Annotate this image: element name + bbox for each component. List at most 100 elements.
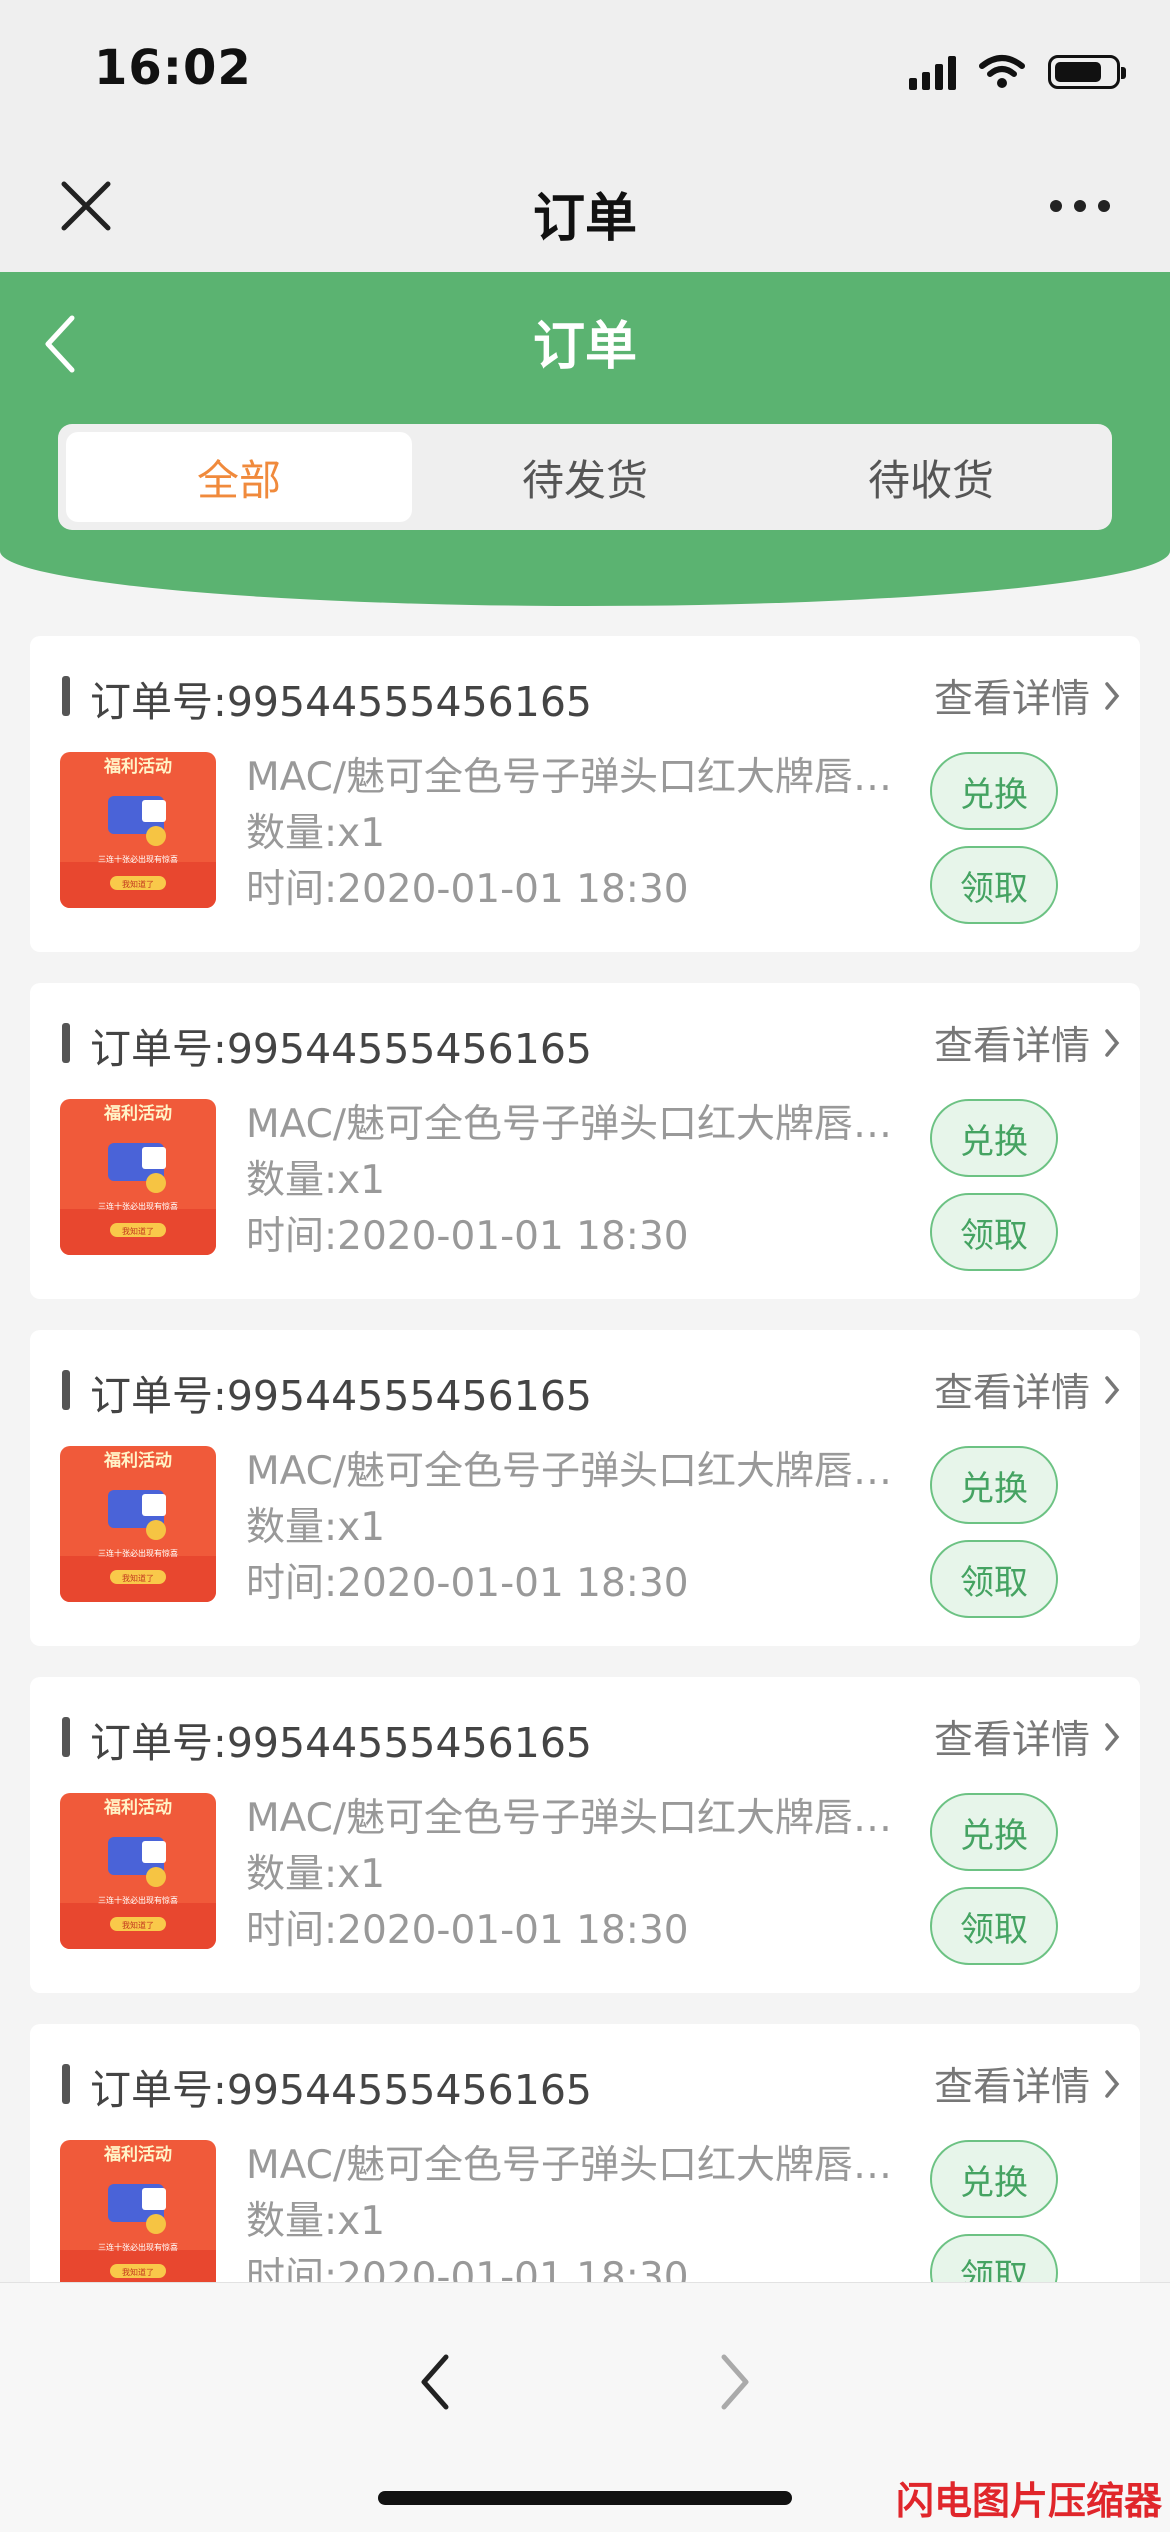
order-info: MAC/魅可全色号子弹头口红大牌唇… 数量:x1 时间:2020-01-01 1… <box>246 1791 906 1959</box>
thumb-button: 我知道了 <box>122 1573 154 1583</box>
quantity: 数量:x1 <box>246 2199 386 2244</box>
more-icon[interactable] <box>1050 200 1110 212</box>
promo-image: 福利活动 三连十张必出现有惊喜 我知道了 <box>60 1099 216 1255</box>
thumb-subtitle: 三连十张必出现有惊喜 <box>98 854 178 864</box>
exchange-button[interactable]: 兑换 <box>930 1099 1058 1177</box>
product-thumbnail[interactable]: 福利活动 三连十张必出现有惊喜 我知道了 <box>60 2140 216 2282</box>
claim-button[interactable]: 领取 <box>930 2234 1058 2282</box>
order-card: 订单号:99544555456165 查看详情 福利活动 三连十张必出现有惊喜 … <box>30 636 1140 952</box>
product-thumbnail[interactable]: 福利活动 三连十张必出现有惊喜 我知道了 <box>60 1793 216 1949</box>
cellular-signal-icon <box>909 54 956 90</box>
order-time: 时间:2020-01-01 18:30 <box>246 1561 689 1606</box>
chevron-right-icon <box>1105 1723 1120 1751</box>
watermark-text: 闪电图片压缩器 <box>895 2479 1162 2523</box>
status-bar: 16:02 <box>0 0 1170 140</box>
thumb-button: 我知道了 <box>122 1226 154 1236</box>
view-details-link[interactable]: 查看详情 <box>934 2056 1120 2112</box>
claim-button[interactable]: 领取 <box>930 1193 1058 1271</box>
exchange-button[interactable]: 兑换 <box>930 752 1058 830</box>
tab-all[interactable]: 全部 <box>66 432 412 522</box>
product-title: MAC/魅可全色号子弹头口红大牌唇… <box>246 1449 893 1494</box>
thumb-button: 我知道了 <box>122 1920 154 1930</box>
view-details-link[interactable]: 查看详情 <box>934 668 1120 724</box>
thumb-subtitle: 三连十张必出现有惊喜 <box>98 1895 178 1905</box>
page-header: 订单 全部 待发货 待收货 <box>0 272 1170 606</box>
status-icons <box>909 54 1126 90</box>
order-time: 时间:2020-01-01 18:30 <box>246 1908 689 1953</box>
order-card: 订单号:99544555456165 查看详情 福利活动 三连十张必出现有惊喜 … <box>30 1677 1140 1993</box>
claim-button[interactable]: 领取 <box>930 1540 1058 1618</box>
product-title: MAC/魅可全色号子弹头口红大牌唇… <box>246 1796 893 1841</box>
order-info: MAC/魅可全色号子弹头口红大牌唇… 数量:x1 时间:2020-01-01 1… <box>246 750 906 918</box>
page-title: 订单 <box>532 317 637 377</box>
nav-back-icon[interactable] <box>410 2347 460 2417</box>
claim-button[interactable]: 领取 <box>930 1887 1058 1965</box>
product-thumbnail[interactable]: 福利活动 三连十张必出现有惊喜 我知道了 <box>60 1446 216 1602</box>
accent-bar <box>62 1717 70 1757</box>
view-details-label: 查看详情 <box>933 1718 1090 1763</box>
order-info: MAC/魅可全色号子弹头口红大牌唇… 数量:x1 时间:2020-01-01 1… <box>246 2138 906 2282</box>
quantity: 数量:x1 <box>246 1852 386 1897</box>
order-number: 订单号:99544555456165 <box>90 1372 593 1420</box>
order-card-header: 订单号:99544555456165 查看详情 <box>62 666 1120 726</box>
order-card: 订单号:99544555456165 查看详情 福利活动 三连十张必出现有惊喜 … <box>30 983 1140 1299</box>
order-card-header: 订单号:99544555456165 查看详情 <box>62 1707 1120 1767</box>
tab-pending-receipt[interactable]: 待收货 <box>758 432 1104 522</box>
thumb-subtitle: 三连十张必出现有惊喜 <box>98 1548 178 1558</box>
promo-image: 福利活动 三连十张必出现有惊喜 我知道了 <box>60 752 216 908</box>
order-number: 订单号:99544555456165 <box>90 1025 593 1073</box>
promo-image: 福利活动 三连十张必出现有惊喜 我知道了 <box>60 1446 216 1602</box>
nav-title: 订单 <box>532 189 637 249</box>
view-details-link[interactable]: 查看详情 <box>934 1362 1120 1418</box>
thumb-button: 我知道了 <box>122 2267 154 2277</box>
accent-bar <box>62 1370 70 1410</box>
home-indicator[interactable] <box>378 2491 792 2505</box>
tab-pending-shipment[interactable]: 待发货 <box>412 432 758 522</box>
order-tabs: 全部 待发货 待收货 <box>58 424 1112 530</box>
product-thumbnail[interactable]: 福利活动 三连十张必出现有惊喜 我知道了 <box>60 752 216 908</box>
order-number: 订单号:99544555456165 <box>90 1719 593 1767</box>
order-time: 时间:2020-01-01 18:30 <box>246 1214 689 1259</box>
view-details-link[interactable]: 查看详情 <box>934 1709 1120 1765</box>
promo-image: 福利活动 三连十张必出现有惊喜 我知道了 <box>60 2140 216 2282</box>
thumb-subtitle: 三连十张必出现有惊喜 <box>98 1201 178 1211</box>
chevron-right-icon <box>1105 1376 1120 1404</box>
view-details-label: 查看详情 <box>933 677 1090 722</box>
chevron-right-icon <box>1105 2070 1120 2098</box>
product-title: MAC/魅可全色号子弹头口红大牌唇… <box>246 755 893 800</box>
thumb-button: 我知道了 <box>122 879 154 889</box>
order-list[interactable]: 订单号:99544555456165 查看详情 福利活动 三连十张必出现有惊喜 … <box>30 636 1140 2282</box>
order-time: 时间:2020-01-01 18:30 <box>246 867 689 912</box>
claim-button[interactable]: 领取 <box>930 846 1058 924</box>
chevron-right-icon <box>1105 682 1120 710</box>
order-card: 订单号:99544555456165 查看详情 福利活动 三连十张必出现有惊喜 … <box>30 1330 1140 1646</box>
wifi-icon <box>979 55 1025 88</box>
view-details-label: 查看详情 <box>933 1371 1090 1416</box>
order-number: 订单号:99544555456165 <box>90 2066 593 2114</box>
quantity: 数量:x1 <box>246 811 386 856</box>
order-info: MAC/魅可全色号子弹头口红大牌唇… 数量:x1 时间:2020-01-01 1… <box>246 1097 906 1265</box>
order-info: MAC/魅可全色号子弹头口红大牌唇… 数量:x1 时间:2020-01-01 1… <box>246 1444 906 1612</box>
exchange-button[interactable]: 兑换 <box>930 1793 1058 1871</box>
status-time: 16:02 <box>94 40 252 96</box>
thumb-title: 福利活动 <box>103 756 172 777</box>
order-card-header: 订单号:99544555456165 查看详情 <box>62 1013 1120 1073</box>
view-details-link[interactable]: 查看详情 <box>934 1015 1120 1071</box>
accent-bar <box>62 676 70 716</box>
accent-bar <box>62 1023 70 1063</box>
thumb-subtitle: 三连十张必出现有惊喜 <box>98 2242 178 2252</box>
order-card-header: 订单号:99544555456165 查看详情 <box>62 2054 1120 2114</box>
product-title: MAC/魅可全色号子弹头口红大牌唇… <box>246 1102 893 1147</box>
thumb-title: 福利活动 <box>103 1450 172 1471</box>
order-card: 订单号:99544555456165 查看详情 福利活动 三连十张必出现有惊喜 … <box>30 2024 1140 2282</box>
product-thumbnail[interactable]: 福利活动 三连十张必出现有惊喜 我知道了 <box>60 1099 216 1255</box>
thumb-title: 福利活动 <box>103 1797 172 1818</box>
thumb-title: 福利活动 <box>103 2144 172 2165</box>
exchange-button[interactable]: 兑换 <box>930 2140 1058 2218</box>
quantity: 数量:x1 <box>246 1158 386 1203</box>
promo-image: 福利活动 三连十张必出现有惊喜 我知道了 <box>60 1793 216 1949</box>
exchange-button[interactable]: 兑换 <box>930 1446 1058 1524</box>
accent-bar <box>62 2064 70 2104</box>
mini-program-nav: 订单 <box>0 140 1170 275</box>
nav-forward-icon[interactable] <box>710 2347 760 2417</box>
